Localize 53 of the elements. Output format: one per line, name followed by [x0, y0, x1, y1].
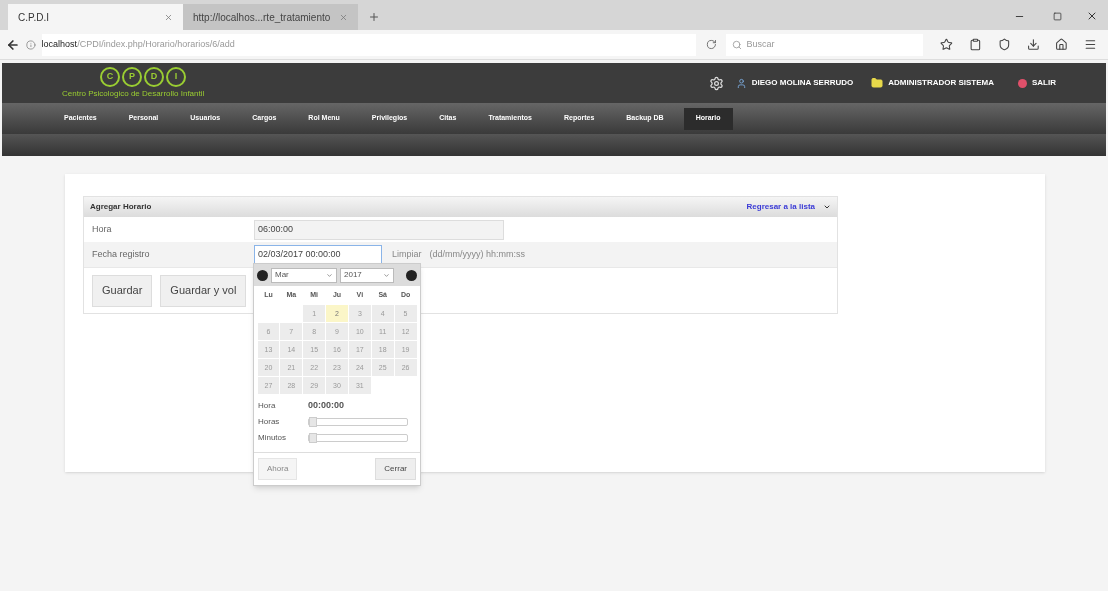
slider-label: Minutos: [258, 432, 287, 444]
home-icon[interactable]: [1055, 38, 1069, 51]
form-button[interactable]: Guardar: [92, 274, 153, 307]
browser-tab[interactable]: C.P.D.I: [8, 4, 183, 30]
form-title: Agregar Horario: [90, 201, 152, 213]
time-label: Hora: [258, 400, 277, 412]
logo-drawing: C P D I: [100, 66, 186, 87]
previous-icon[interactable]: [257, 269, 268, 281]
shield-icon[interactable]: [997, 38, 1011, 51]
restore-icon[interactable]: [1053, 12, 1062, 21]
clear-link[interactable]: Limpiar: [392, 247, 422, 262]
menu-icon[interactable]: [1084, 38, 1097, 51]
info-icon: [25, 39, 36, 50]
field-label: Fecha registro: [91, 247, 151, 261]
close-icon[interactable]: [1086, 10, 1098, 22]
time-slider[interactable]: [308, 434, 408, 442]
slider-label: Horas: [258, 416, 281, 428]
time-value: 00:00:00: [308, 399, 345, 413]
text-field[interactable]: 02/03/2017 00:00:00: [254, 244, 382, 265]
user-icon: [735, 77, 747, 89]
year-select[interactable]: 2017: [340, 267, 394, 283]
search-field[interactable]: Buscar: [726, 33, 924, 56]
user-name[interactable]: DIEGO MOLINA SERRUDO: [751, 77, 854, 89]
logout-link[interactable]: SALIR: [1032, 77, 1056, 89]
month-select[interactable]: Mar: [271, 267, 337, 283]
slider-handle[interactable]: [309, 417, 317, 427]
now-button[interactable]: Ahora: [258, 458, 298, 480]
url-field[interactable]: localhost/CPDI/index.php/Horario/horarios/6/add: [41, 33, 696, 56]
text-field[interactable]: 06:00:00: [254, 219, 504, 240]
logo-subtitle: Centro Psicologico de Desarrollo Infantil: [62, 87, 205, 100]
search-icon: [732, 39, 743, 50]
caret-icon[interactable]: [823, 203, 831, 211]
browser-tab[interactable]: http://localhos...rte_tratamiento: [183, 4, 358, 30]
back-icon[interactable]: [6, 37, 20, 52]
back-link[interactable]: Regresar a la lista: [746, 201, 815, 213]
reload-icon[interactable]: [705, 39, 717, 50]
time-slider[interactable]: [308, 418, 408, 426]
field-label: Hora: [91, 222, 113, 236]
form-button[interactable]: Guardar y vol: [160, 274, 247, 307]
slider-handle[interactable]: [309, 433, 317, 443]
next-icon[interactable]: [406, 269, 417, 281]
format-hint: (dd/mm/yyyy) hh:mm:ss: [429, 247, 526, 261]
gear-icon: [708, 75, 724, 91]
new-tab-icon[interactable]: [368, 11, 380, 23]
download-icon[interactable]: [1026, 38, 1040, 51]
role-label[interactable]: ADMINISTRADOR SISTEMA: [888, 77, 994, 89]
caret-icon: [326, 271, 333, 279]
logout-icon: [1018, 78, 1027, 88]
clipboard-icon[interactable]: [969, 38, 982, 51]
star-icon[interactable]: [940, 38, 954, 51]
folder-icon: [871, 77, 884, 89]
close-button[interactable]: Cerrar: [375, 458, 416, 480]
caret-icon: [383, 271, 390, 279]
